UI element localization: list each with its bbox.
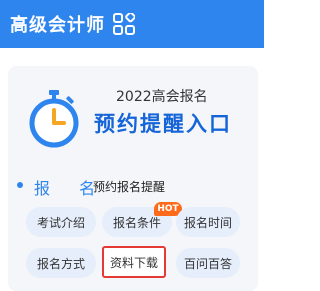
page-title: 高级会计师 <box>10 15 105 36</box>
header-bar: 高级会计师 <box>0 0 264 48</box>
apps-grid-icon[interactable] <box>113 13 135 35</box>
tag-registration-method[interactable]: 报名方式 <box>26 248 96 278</box>
banner-subtitle: 2022高会报名 <box>116 89 208 105</box>
tag-label: 报名时间 <box>183 215 232 230</box>
tag-label: 报名方式 <box>36 256 85 271</box>
reminder-link[interactable]: 预约报名提醒 <box>93 178 165 195</box>
tag-registration-time[interactable]: 报名时间 <box>176 207 240 237</box>
stopwatch-icon <box>29 90 79 148</box>
section-bullet-icon <box>17 182 23 188</box>
tag-materials-download[interactable]: 资料下载 <box>102 246 166 278</box>
reminder-banner[interactable]: 2022高会报名 预约提醒入口 <box>8 70 258 160</box>
tag-label: 百问百答 <box>183 256 232 271</box>
tag-label: 考试介绍 <box>36 215 85 230</box>
tag-exam-intro[interactable]: 考试介绍 <box>26 207 96 237</box>
banner-headline: 预约提醒入口 <box>94 112 232 136</box>
tag-label: 资料下载 <box>109 255 158 270</box>
tag-faq[interactable]: 百问百答 <box>176 248 240 278</box>
tag-label: 报名条件 <box>112 215 161 230</box>
